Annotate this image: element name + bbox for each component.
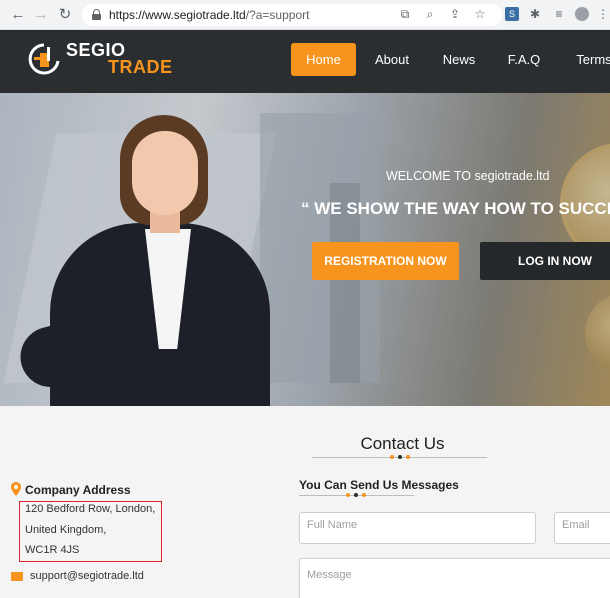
nav-news[interactable]: News <box>435 43 483 76</box>
url-text: https://www.segiotrade.ltd/?a=support <box>109 8 310 22</box>
hero-tagline: “ WE SHOW THE WAY HOW TO SUCCE <box>301 199 610 218</box>
support-email[interactable]: support@segiotrade.ltd <box>30 570 144 582</box>
logo-text-trade: TRADE <box>108 57 173 77</box>
address-line-1: 120 Bedford Row, London, <box>25 503 156 515</box>
map-pin-icon <box>11 482 21 496</box>
message-textarea[interactable]: Message <box>299 558 610 598</box>
puzzle-icon[interactable]: ✱ <box>528 7 542 21</box>
extension-s-icon[interactable]: S <box>505 7 519 21</box>
back-arrow-icon[interactable]: ← <box>9 6 27 24</box>
logo-icon <box>28 43 60 75</box>
divider-dot <box>346 493 350 497</box>
contact-title: Contact Us <box>360 434 445 453</box>
address-line-2: United Kingdom, <box>25 524 107 536</box>
nav-terms[interactable]: Terms <box>570 43 610 76</box>
company-address-title: Company Address <box>25 483 131 497</box>
forward-arrow-icon[interactable]: → <box>32 6 50 24</box>
nav-faq[interactable]: F.A.Q <box>502 43 546 76</box>
translate-icon[interactable]: ⧉ <box>398 7 412 21</box>
hero-welcome-text: WELCOME TO segiotrade.ltd <box>386 169 550 183</box>
lock-icon <box>92 9 101 20</box>
divider-dot <box>390 455 394 459</box>
full-name-input[interactable]: Full Name <box>299 512 536 544</box>
reload-icon[interactable]: ↻ <box>56 6 74 24</box>
hero-banner: WELCOME TO segiotrade.ltd “ WE SHOW THE … <box>0 93 610 406</box>
site-header: SEGIO TRADE Home About News F.A.Q Terms <box>0 30 610 93</box>
address-bar[interactable]: https://www.segiotrade.ltd/?a=support <box>82 4 502 26</box>
menu-dots-icon[interactable]: ⋮ <box>596 7 610 21</box>
send-message-title: You Can Send Us Messages <box>299 478 459 492</box>
reading-list-icon[interactable]: ≡ <box>552 7 566 21</box>
zoom-icon[interactable]: ⌕ <box>423 7 437 21</box>
address-line-3: WC1R 4JS <box>25 544 80 556</box>
registration-button[interactable]: REGISTRATION NOW <box>312 242 459 280</box>
email-input[interactable]: Email <box>554 512 610 544</box>
star-icon[interactable]: ☆ <box>473 7 487 21</box>
divider-dot <box>362 493 366 497</box>
contact-section: Contact Us Company Address 120 Bedford R… <box>0 406 610 598</box>
share-icon[interactable]: ⇪ <box>448 7 462 21</box>
nav-home[interactable]: Home <box>291 43 356 76</box>
person-figure <box>132 131 198 215</box>
nav-about[interactable]: About <box>367 43 417 76</box>
divider-dot <box>406 455 410 459</box>
divider-dot <box>398 455 402 459</box>
browser-toolbar: ← → ↻ https://www.segiotrade.ltd/?a=supp… <box>0 0 610 30</box>
login-button[interactable]: LOG IN NOW <box>480 242 610 280</box>
divider-dot <box>354 493 358 497</box>
profile-avatar-icon[interactable] <box>575 7 589 21</box>
envelope-icon <box>11 572 23 581</box>
